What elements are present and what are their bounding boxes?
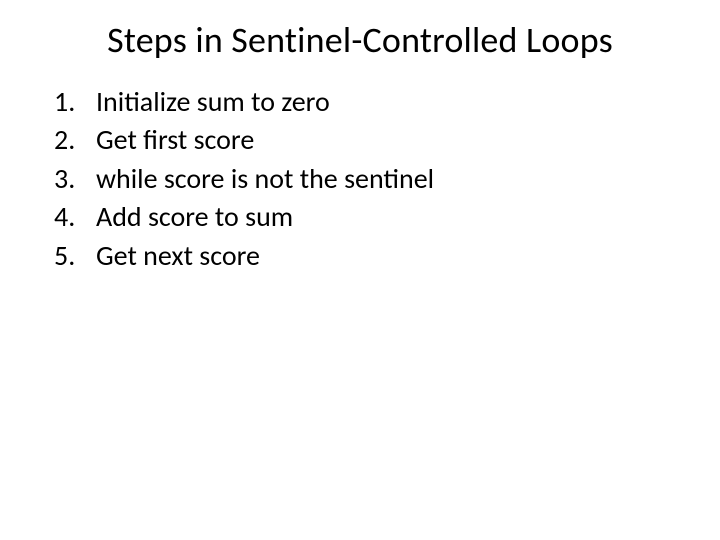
list-text: Add score to sum — [96, 199, 680, 235]
list-item: 1. Initialize sum to zero — [54, 84, 680, 120]
slide-title: Steps in Sentinel-Controlled Loops — [40, 18, 680, 62]
slide: Steps in Sentinel-Controlled Loops 1. In… — [0, 0, 720, 540]
list-number: 2. — [54, 122, 96, 158]
list-text: Initialize sum to zero — [96, 84, 680, 120]
list-item: 4. Add score to sum — [54, 199, 680, 235]
steps-list: 1. Initialize sum to zero 2. Get first s… — [40, 84, 680, 274]
list-number: 3. — [54, 161, 96, 197]
list-item: 2. Get first score — [54, 122, 680, 158]
list-number: 4. — [54, 199, 96, 235]
list-number: 5. — [54, 238, 96, 274]
list-text: Get next score — [96, 238, 680, 274]
list-number: 1. — [54, 84, 96, 120]
list-item: 5. Get next score — [54, 238, 680, 274]
list-text: while score is not the sentinel — [96, 161, 680, 197]
list-item: 3. while score is not the sentinel — [54, 161, 680, 197]
list-text: Get first score — [96, 122, 680, 158]
